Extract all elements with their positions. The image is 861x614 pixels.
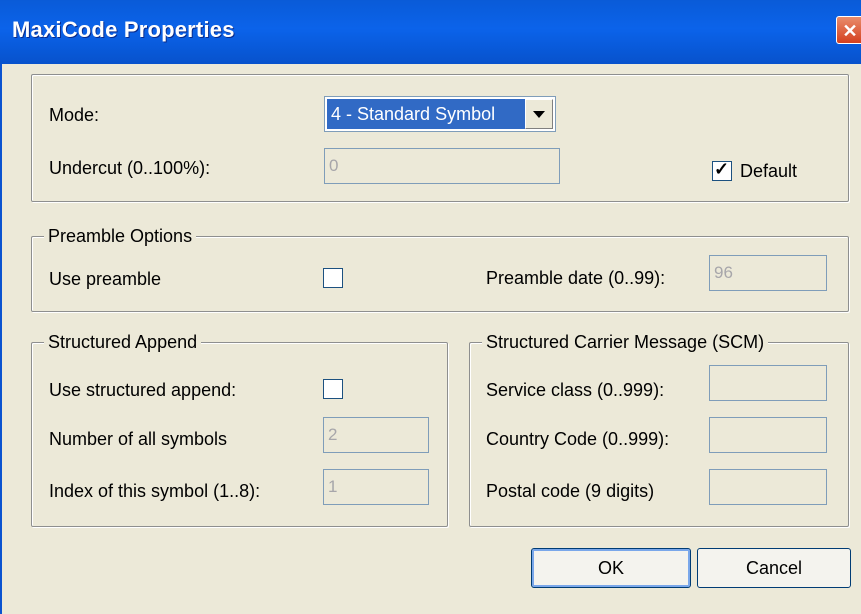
- postal-code-label: Postal code (9 digits): [486, 481, 655, 501]
- cancel-button[interactable]: Cancel: [697, 548, 851, 588]
- service-class-label: Service class (0..999):: [486, 380, 665, 400]
- preamble-date-input[interactable]: 96: [709, 255, 827, 291]
- preamble-legend: Preamble Options: [44, 226, 197, 246]
- mode-select[interactable]: 4 - Standard Symbol: [324, 96, 556, 132]
- mode-label: Mode:: [49, 105, 100, 125]
- structured-append-legend: Structured Append: [44, 332, 202, 352]
- number-of-symbols-label: Number of all symbols: [49, 429, 228, 449]
- window-title: MaxiCode Properties: [12, 17, 235, 42]
- checkmark-icon: ✓: [714, 159, 730, 179]
- use-preamble-label: Use preamble: [49, 269, 162, 289]
- title-bar[interactable]: MaxiCode Properties ✕: [0, 0, 861, 64]
- mode-selected-value: 4 - Standard Symbol: [326, 98, 526, 130]
- symbol-index-input[interactable]: 1: [323, 469, 429, 505]
- default-label: Default: [740, 161, 798, 181]
- chevron-down-icon: [533, 111, 545, 118]
- use-preamble-checkbox[interactable]: [323, 268, 343, 288]
- use-structured-append-checkbox[interactable]: [323, 379, 343, 399]
- mode-dropdown-button[interactable]: [525, 99, 553, 129]
- default-checkbox[interactable]: ✓: [712, 159, 732, 181]
- symbol-index-label: Index of this symbol (1..8):: [49, 481, 261, 501]
- number-of-symbols-input[interactable]: 2: [323, 417, 429, 453]
- service-class-input[interactable]: [709, 365, 827, 401]
- country-code-label: Country Code (0..999):: [486, 429, 670, 449]
- close-icon[interactable]: ✕: [836, 16, 861, 44]
- ok-button[interactable]: OK: [531, 548, 691, 588]
- use-structured-append-label: Use structured append:: [49, 380, 237, 400]
- undercut-label: Undercut (0..100%):: [49, 158, 211, 178]
- preamble-date-label: Preamble date (0..99):: [486, 268, 666, 288]
- scm-legend: Structured Carrier Message (SCM): [482, 332, 769, 352]
- country-code-input[interactable]: [709, 417, 827, 453]
- undercut-input[interactable]: 0: [324, 148, 560, 184]
- postal-code-input[interactable]: [709, 469, 827, 505]
